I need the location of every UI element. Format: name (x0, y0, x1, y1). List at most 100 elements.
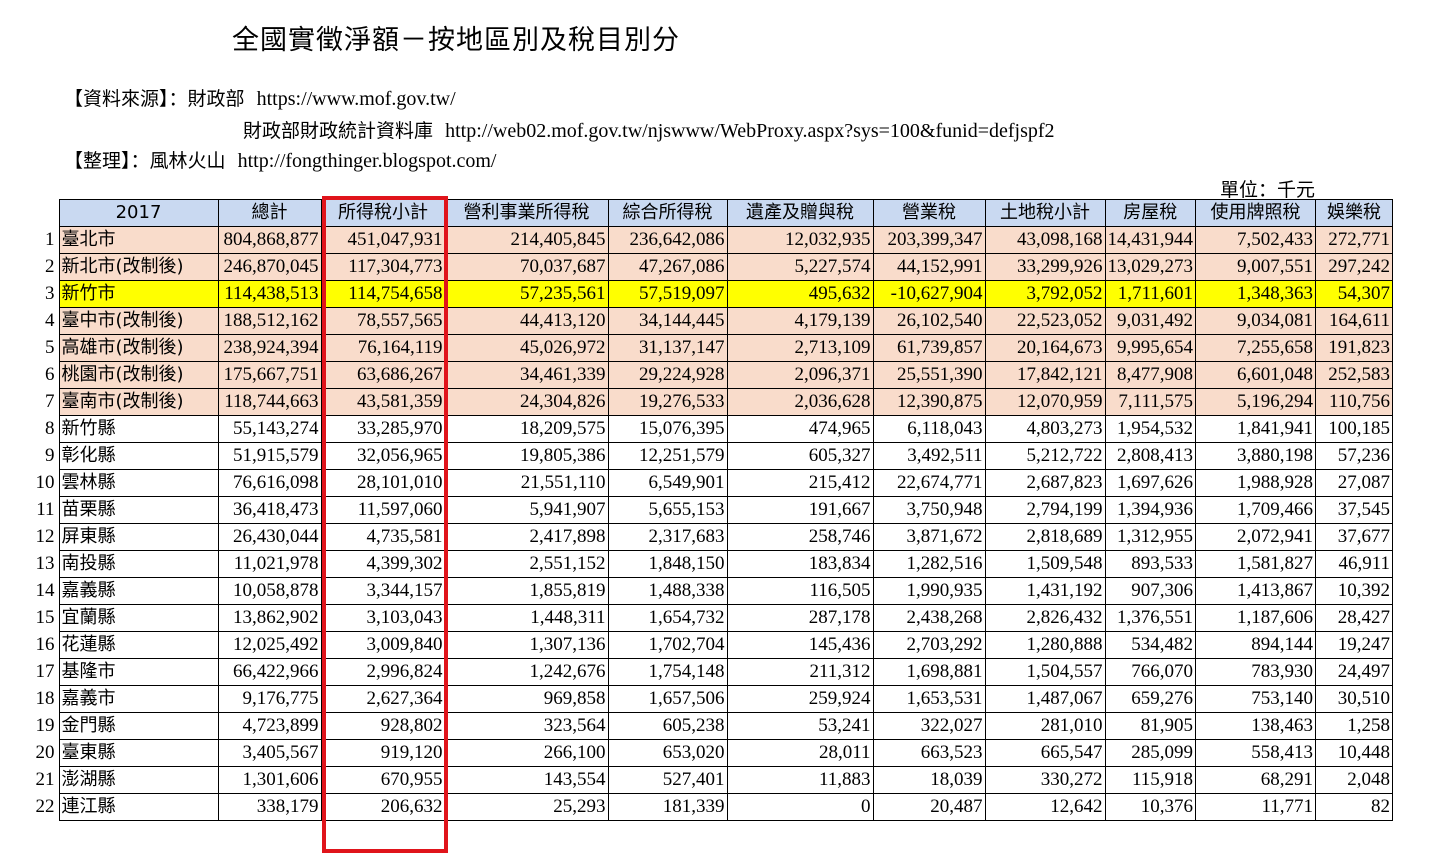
region-cell: 臺北市 (58, 226, 219, 254)
value-cell: 1,509,548 (984, 550, 1106, 578)
value-cell: 13,862,902 (217, 604, 322, 632)
column-header: 所得稅小計 (320, 199, 446, 227)
value-cell: 605,238 (607, 712, 728, 740)
value-cell: 81,905 (1104, 712, 1196, 740)
value-cell: 4,735,581 (320, 523, 446, 551)
region-cell: 新竹縣 (58, 415, 219, 443)
value-cell: 1,698,881 (872, 658, 986, 686)
value-cell: 19,805,386 (444, 442, 609, 470)
row-number: 17 (35, 661, 55, 682)
value-cell: 1,258 (1315, 712, 1393, 740)
value-cell: 12,642 (984, 793, 1106, 821)
row-number: 19 (35, 715, 55, 736)
row-number: 15 (35, 607, 55, 628)
value-cell: 3,792,052 (984, 280, 1106, 308)
value-cell: 1,754,148 (607, 658, 728, 686)
value-cell: 24,497 (1315, 658, 1393, 686)
region-cell: 金門縣 (58, 712, 219, 740)
row-number: 3 (45, 283, 55, 304)
value-cell: 138,463 (1195, 712, 1316, 740)
value-cell: 323,564 (444, 712, 609, 740)
value-cell: 11,771 (1195, 793, 1316, 821)
row-number: 12 (35, 526, 55, 547)
value-cell: 10,376 (1104, 793, 1196, 821)
row-number: 2 (45, 256, 55, 277)
value-cell: 3,880,198 (1195, 442, 1316, 470)
region-cell: 嘉義縣 (58, 577, 219, 605)
value-cell: 31,137,147 (607, 334, 728, 362)
value-cell: 22,523,052 (984, 307, 1106, 335)
row-number: 14 (35, 580, 55, 601)
table-row: 7 臺南市(改制後) 118,744,663 43,581,359 24,304,826… (22, 388, 1393, 416)
editor-url-link[interactable]: http://fongthinger.blogspot.com/ (238, 150, 497, 172)
region-cell: 高雄市(改制後) (58, 334, 219, 362)
table-header-row: 2017 總計 所得稅小計 營利事業所得稅 綜合所得稅 遺產及贈與稅 營業稅 土地稅小計 房屋稅… (22, 199, 1393, 227)
row-number: 8 (45, 418, 55, 439)
value-cell: 1,431,192 (984, 577, 1106, 605)
value-cell: 3,492,511 (872, 442, 986, 470)
value-cell: 1,448,311 (444, 604, 609, 632)
value-cell: 30,510 (1315, 685, 1393, 713)
table-row: 9 彰化縣 51,915,579 32,056,965 19,805,386 12,251… (22, 442, 1393, 470)
value-cell: 1,855,819 (444, 577, 609, 605)
table-row: 14 嘉義縣 10,058,878 3,344,157 1,855,819 1,488,3… (22, 577, 1393, 605)
region-cell: 臺南市(改制後) (58, 388, 219, 416)
value-cell: 663,523 (872, 739, 986, 767)
table-row: 2 新北市(改制後) 246,870,045 117,304,773 70,037,68… (22, 253, 1393, 281)
row-number: 22 (35, 796, 55, 817)
row-number: 5 (45, 337, 55, 358)
value-cell: 10,058,878 (217, 577, 322, 605)
region-cell: 宜蘭縣 (58, 604, 219, 632)
value-cell: 57,235,561 (444, 280, 609, 308)
table-row: 1 臺北市 804,868,877 451,047,931 214,405,845 236… (22, 226, 1393, 254)
value-cell: 258,746 (726, 523, 874, 551)
value-cell: 191,667 (726, 496, 874, 524)
row-number: 10 (35, 472, 55, 493)
value-cell: 33,299,926 (984, 253, 1106, 281)
value-cell: 1,413,867 (1195, 577, 1316, 605)
value-cell: 20,487 (872, 793, 986, 821)
source-label: 【資料來源】：財政部 (64, 88, 245, 110)
value-cell: 2,551,152 (444, 550, 609, 578)
column-header: 遺產及贈與稅 (726, 199, 874, 227)
column-header: 使用牌照稅 (1195, 199, 1316, 227)
value-cell: 2,687,823 (984, 469, 1106, 497)
database-label: 財政部財政統計資料庫 (243, 120, 434, 142)
region-cell: 嘉義市 (58, 685, 219, 713)
table-row: 13 南投縣 11,021,978 4,399,302 2,551,152 1,848,1… (22, 550, 1393, 578)
value-cell: 287,178 (726, 604, 874, 632)
table-row: 5 高雄市(改制後) 238,924,394 76,164,119 45,026,972… (22, 334, 1393, 362)
value-cell: 1,312,955 (1104, 523, 1196, 551)
value-cell: 76,616,098 (217, 469, 322, 497)
value-cell: 1,187,606 (1195, 604, 1316, 632)
value-cell: 6,118,043 (872, 415, 986, 443)
value-cell: 14,431,944 (1104, 226, 1196, 254)
database-url-link[interactable]: http://web02.mof.gov.tw/njswww/WebProxy.… (445, 120, 1054, 142)
value-cell: 236,642,086 (607, 226, 728, 254)
table-row: 10 雲林縣 76,616,098 28,101,010 21,551,110 6,549… (22, 469, 1393, 497)
value-cell: 11,883 (726, 766, 874, 794)
value-cell: 2,826,432 (984, 604, 1106, 632)
value-cell: 2,627,364 (320, 685, 446, 713)
value-cell: 143,554 (444, 766, 609, 794)
value-cell: 32,056,965 (320, 442, 446, 470)
value-cell: 115,918 (1104, 766, 1196, 794)
value-cell: 9,031,492 (1104, 307, 1196, 335)
value-cell: 203,399,347 (872, 226, 986, 254)
value-cell: 2,818,689 (984, 523, 1106, 551)
source-url-link[interactable]: https://www.mof.gov.tw/ (257, 88, 456, 110)
value-cell: 2,036,628 (726, 388, 874, 416)
value-cell: 24,304,826 (444, 388, 609, 416)
tax-table: 2017 總計 所得稅小計 營利事業所得稅 綜合所得稅 遺產及贈與稅 營業稅 土地稅小計 房屋稅… (22, 199, 1393, 821)
table-row: 12 屏東縣 26,430,044 4,735,581 2,417,898 2,317,6… (22, 523, 1393, 551)
value-cell: 2,417,898 (444, 523, 609, 551)
value-cell: 1,488,338 (607, 577, 728, 605)
value-cell: 57,519,097 (607, 280, 728, 308)
value-cell: 605,327 (726, 442, 874, 470)
value-cell: 70,037,687 (444, 253, 609, 281)
value-cell: 670,955 (320, 766, 446, 794)
value-cell: 2,794,199 (984, 496, 1106, 524)
value-cell: 1,990,935 (872, 577, 986, 605)
region-cell: 新北市(改制後) (58, 253, 219, 281)
editor-line: 【整理】：風林火山 http://fongthinger.blogspot.co… (64, 146, 497, 173)
